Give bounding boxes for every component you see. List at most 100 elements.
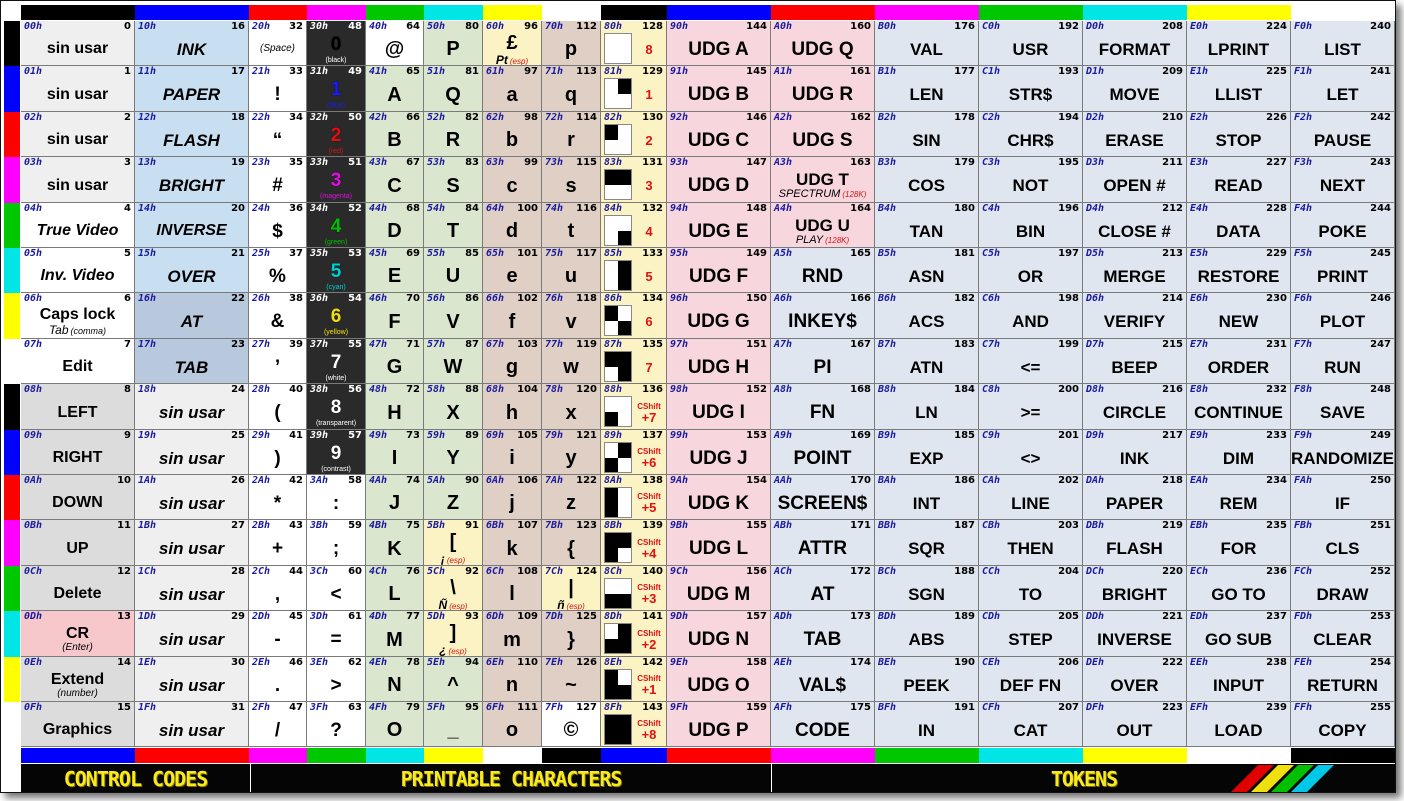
char-cell-8dh[interactable]: 8Dh 141 CShift +2 [601, 611, 667, 657]
char-cell-b9h[interactable]: B9h 185 EXP [875, 430, 979, 475]
char-cell-adh[interactable]: ADh 173 TAB [771, 611, 875, 657]
char-cell-d6h[interactable]: D6h 214 VERIFY [1083, 293, 1187, 339]
char-cell-4bh[interactable]: 4Bh 75 K [366, 520, 424, 566]
char-cell-41h[interactable]: 41h 65 A [366, 66, 424, 112]
char-cell-72h[interactable]: 72h 114 r [542, 112, 601, 157]
char-cell-6ah[interactable]: 6Ah 106 j [483, 475, 542, 520]
char-cell-68h[interactable]: 68h 104 h [483, 384, 542, 430]
char-cell-a4h[interactable]: A4h 164 UDG U PLAY (128K) [771, 203, 875, 248]
char-cell-69h[interactable]: 69h 105 i [483, 430, 542, 475]
char-cell-36h[interactable]: 36h 54 6 (yellow) [307, 293, 366, 339]
char-cell-60h[interactable]: 60h 96 £ Pt (esp) [483, 21, 542, 66]
char-cell-47h[interactable]: 47h 71 G [366, 339, 424, 384]
char-cell-beh[interactable]: BEh 190 PEEK [875, 657, 979, 702]
char-cell-59h[interactable]: 59h 89 Y [424, 430, 483, 475]
char-cell-2dh[interactable]: 2Dh 45- [249, 611, 307, 657]
char-cell-52h[interactable]: 52h 82 R [424, 112, 483, 157]
char-cell-97h[interactable]: 97h 151 UDG H [667, 339, 771, 384]
char-cell-abh[interactable]: ABh 171 ATTR [771, 520, 875, 566]
char-cell-9dh[interactable]: 9Dh 157 UDG N [667, 611, 771, 657]
char-cell-88h[interactable]: 88h 136 CShift +7 [601, 384, 667, 430]
char-cell-b0h[interactable]: B0h 176 VAL [875, 21, 979, 66]
char-cell-95h[interactable]: 95h 149 UDG F [667, 248, 771, 293]
char-cell-b6h[interactable]: B6h 182 ACS [875, 293, 979, 339]
char-cell-b8h[interactable]: B8h 184 LN [875, 384, 979, 430]
char-cell-19h[interactable]: 19h 25 sin usar [135, 430, 249, 475]
char-cell-25h[interactable]: 25h 37% [249, 248, 307, 293]
char-cell-56h[interactable]: 56h 86 V [424, 293, 483, 339]
char-cell-ech[interactable]: ECh 236 GO TO [1187, 566, 1291, 611]
char-cell-7ah[interactable]: 7Ah 122 z [542, 475, 601, 520]
char-cell-18h[interactable]: 18h 24 sin usar [135, 384, 249, 430]
char-cell-a7h[interactable]: A7h 167 PI [771, 339, 875, 384]
char-cell-dah[interactable]: DAh 218 PAPER [1083, 475, 1187, 520]
char-cell-0fh[interactable]: 0Fh 15 Graphics [21, 702, 135, 747]
char-cell-30h[interactable]: 30h 48 0 (black) [307, 21, 366, 66]
char-cell-76h[interactable]: 76h 118 v [542, 293, 601, 339]
char-cell-04h[interactable]: 04h 4 True Video [21, 203, 135, 248]
char-cell-7dh[interactable]: 7Dh 125} [542, 611, 601, 657]
char-cell-6eh[interactable]: 6Eh 110 n [483, 657, 542, 702]
char-cell-7bh[interactable]: 7Bh 123{ [542, 520, 601, 566]
char-cell-67h[interactable]: 67h 103 g [483, 339, 542, 384]
char-cell-61h[interactable]: 61h 97 a [483, 66, 542, 112]
char-cell-55h[interactable]: 55h 85 U [424, 248, 483, 293]
char-cell-a5h[interactable]: A5h 165 RND [771, 248, 875, 293]
char-cell-e2h[interactable]: E2h 226 STOP [1187, 112, 1291, 157]
char-cell-fch[interactable]: FCh 252 DRAW [1291, 566, 1395, 611]
char-cell-66h[interactable]: 66h 102 f [483, 293, 542, 339]
char-cell-c8h[interactable]: C8h 200 >= [979, 384, 1083, 430]
char-cell-07h[interactable]: 07h 7 Edit [21, 339, 135, 384]
char-cell-a2h[interactable]: A2h 162 UDG S [771, 112, 875, 157]
char-cell-28h[interactable]: 28h 40 ( [249, 384, 307, 430]
char-cell-8bh[interactable]: 8Bh 139 CShift +4 [601, 520, 667, 566]
char-cell-70h[interactable]: 70h 112 p [542, 21, 601, 66]
char-cell-02h[interactable]: 02h 2 sin usar [21, 112, 135, 157]
char-cell-cah[interactable]: CAh 202 LINE [979, 475, 1083, 520]
char-cell-b1h[interactable]: B1h 177 LEN [875, 66, 979, 112]
char-cell-7ch[interactable]: 7Ch 124 | ñ (esp) [542, 566, 601, 611]
char-cell-86h[interactable]: 86h 134 6 [601, 293, 667, 339]
char-cell-49h[interactable]: 49h 73 I [366, 430, 424, 475]
char-cell-2bh[interactable]: 2Bh 43 + [249, 520, 307, 566]
char-cell-17h[interactable]: 17h 23 TAB [135, 339, 249, 384]
char-cell-92h[interactable]: 92h 146 UDG C [667, 112, 771, 157]
char-cell-9eh[interactable]: 9Eh 158 UDG O [667, 657, 771, 702]
char-cell-33h[interactable]: 33h 51 3 (magenta) [307, 157, 366, 203]
char-cell-05h[interactable]: 05h 5 Inv. Video [21, 248, 135, 293]
char-cell-20h[interactable]: 20h 32 (Space) [249, 21, 307, 66]
char-cell-42h[interactable]: 42h 66 B [366, 112, 424, 157]
char-cell-12h[interactable]: 12h 18 FLASH [135, 112, 249, 157]
char-cell-e1h[interactable]: E1h 225 LLIST [1187, 66, 1291, 112]
char-cell-f7h[interactable]: F7h 247 RUN [1291, 339, 1395, 384]
char-cell-5ah[interactable]: 5Ah 90 Z [424, 475, 483, 520]
char-cell-deh[interactable]: DEh 222 OVER [1083, 657, 1187, 702]
char-cell-27h[interactable]: 27h 39 ’ [249, 339, 307, 384]
char-cell-bbh[interactable]: BBh 187 SQR [875, 520, 979, 566]
char-cell-bch[interactable]: BCh 188 SGN [875, 566, 979, 611]
char-cell-1eh[interactable]: 1Eh 30 sin usar [135, 657, 249, 702]
char-cell-7fh[interactable]: 7Fh 127 © [542, 702, 601, 747]
char-cell-9bh[interactable]: 9Bh 155 UDG L [667, 520, 771, 566]
char-cell-d2h[interactable]: D2h 210 ERASE [1083, 112, 1187, 157]
char-cell-b2h[interactable]: B2h 178 SIN [875, 112, 979, 157]
char-cell-38h[interactable]: 38h 56 8 (transparent) [307, 384, 366, 430]
char-cell-6fh[interactable]: 6Fh 111 o [483, 702, 542, 747]
char-cell-d4h[interactable]: D4h 212 CLOSE # [1083, 203, 1187, 248]
char-cell-c1h[interactable]: C1h 193 STR$ [979, 66, 1083, 112]
char-cell-99h[interactable]: 99h 153 UDG J [667, 430, 771, 475]
char-cell-29h[interactable]: 29h 41) [249, 430, 307, 475]
char-cell-89h[interactable]: 89h 137 CShift +6 [601, 430, 667, 475]
char-cell-11h[interactable]: 11h 17 PAPER [135, 66, 249, 112]
char-cell-feh[interactable]: FEh 254 RETURN [1291, 657, 1395, 702]
char-cell-6bh[interactable]: 6Bh 107 k [483, 520, 542, 566]
char-cell-f0h[interactable]: F0h 240 LIST [1291, 21, 1395, 66]
char-cell-09h[interactable]: 09h 9 RIGHT [21, 430, 135, 475]
char-cell-85h[interactable]: 85h 133 5 [601, 248, 667, 293]
char-cell-5fh[interactable]: 5Fh 95 _ [424, 702, 483, 747]
char-cell-14h[interactable]: 14h 20 INVERSE [135, 203, 249, 248]
char-cell-5ch[interactable]: 5Ch 92 \ Ñ (esp) [424, 566, 483, 611]
char-cell-40h[interactable]: 40h 64 @ [366, 21, 424, 66]
char-cell-15h[interactable]: 15h 21 OVER [135, 248, 249, 293]
char-cell-03h[interactable]: 03h 3 sin usar [21, 157, 135, 203]
